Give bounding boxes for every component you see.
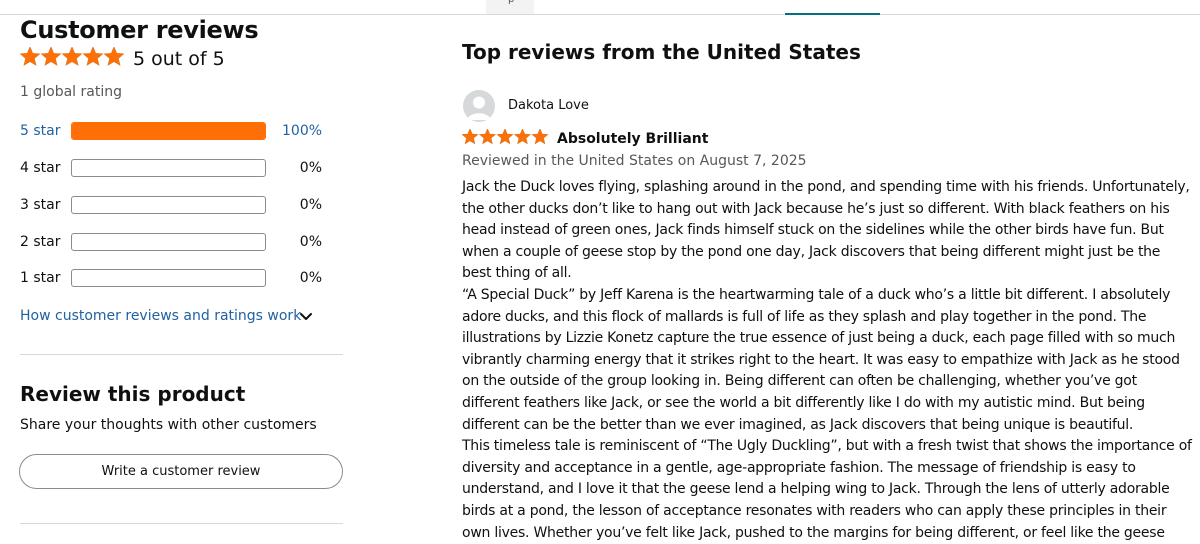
review-product-subtitle: Share your thoughts with other customers <box>20 417 317 433</box>
top-reviews-heading: Top reviews from the United States <box>462 40 861 64</box>
user-avatar-icon[interactable] <box>463 90 495 122</box>
review-body: Jack the Duck loves flying, splashing ar… <box>462 177 1192 544</box>
tab-previous[interactable]: p <box>486 0 534 14</box>
histogram-bar <box>71 233 266 251</box>
star-icon <box>20 47 41 66</box>
histogram-bar[interactable] <box>71 122 266 140</box>
histogram-label[interactable]: 5 star <box>20 122 60 140</box>
histogram-bar <box>71 159 266 177</box>
histogram-label: 4 star <box>20 160 61 176</box>
histogram-row-1-star: 1 star 0% <box>20 267 330 289</box>
section-divider <box>20 354 343 355</box>
histogram-row-3-star: 3 star 0% <box>20 194 330 216</box>
histogram-row-2-star: 2 star 0% <box>20 231 330 253</box>
histogram-percent: 0% <box>299 197 322 213</box>
rating-out-of-text[interactable]: 5 out of 5 <box>133 47 225 71</box>
review-title[interactable]: Absolutely Brilliant <box>557 130 708 148</box>
histogram-label: 1 star <box>20 270 61 286</box>
write-review-button[interactable]: Write a customer review <box>19 454 343 489</box>
star-icon <box>462 129 479 145</box>
tab-previous-label: p <box>508 0 514 5</box>
reviewer-name[interactable]: Dakota Love <box>508 98 589 114</box>
star-icon <box>513 129 532 145</box>
histogram-fill <box>72 123 265 139</box>
chevron-down-icon[interactable] <box>299 309 313 323</box>
star-icon <box>61 47 83 66</box>
overall-rating-stars <box>20 47 124 66</box>
star-icon <box>531 129 549 145</box>
how-reviews-work-link[interactable]: How customer reviews and ratings work <box>20 307 301 325</box>
star-icon <box>103 47 124 66</box>
histogram-percent[interactable]: 100% <box>282 122 322 140</box>
review-rating-stars[interactable] <box>462 129 550 147</box>
histogram-percent: 0% <box>299 160 322 176</box>
review-paragraph: This timeless tale is reminiscent of “Th… <box>462 438 1192 541</box>
review-paragraph: “A Special Duck” by Jeff Karena is the h… <box>462 286 1180 433</box>
histogram-bar <box>71 196 266 214</box>
histogram-percent: 0% <box>299 270 322 286</box>
histogram-row-4-star: 4 star 0% <box>20 157 330 179</box>
section-divider <box>20 523 343 524</box>
star-icon <box>496 129 514 145</box>
customer-reviews-heading: Customer reviews <box>20 16 259 44</box>
review-paragraph: Jack the Duck loves flying, splashing ar… <box>462 179 1190 282</box>
global-rating-count: 1 global rating <box>20 84 122 100</box>
histogram-row-5-star[interactable]: 5 star 100% <box>20 120 330 142</box>
histogram-bar <box>71 269 266 287</box>
histogram-label: 2 star <box>20 234 61 250</box>
star-icon <box>40 47 62 66</box>
histogram-percent: 0% <box>299 234 322 250</box>
review-date: Reviewed in the United States on August … <box>462 153 807 169</box>
histogram-label: 3 star <box>20 197 61 213</box>
tab-active-indicator <box>785 13 880 15</box>
star-icon <box>478 129 497 145</box>
review-product-heading: Review this product <box>20 382 246 406</box>
star-icon <box>82 47 104 66</box>
